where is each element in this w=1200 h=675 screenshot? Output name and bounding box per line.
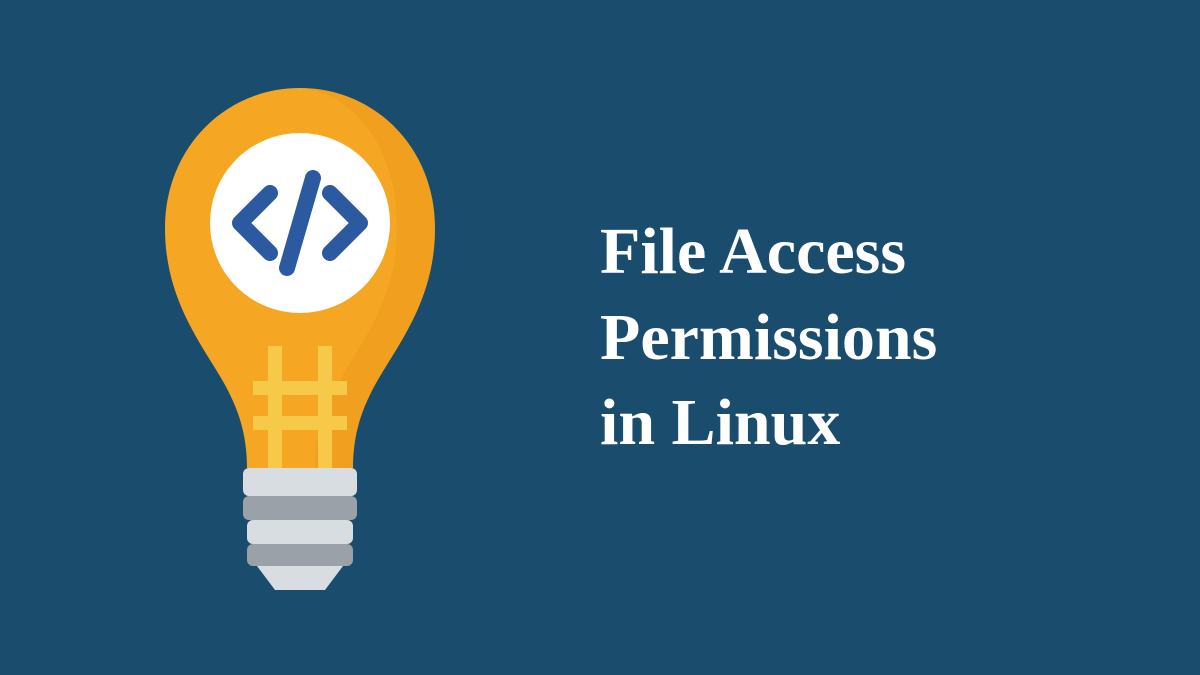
lightbulb-code-icon	[135, 78, 465, 598]
title-line-3: in Linux	[600, 386, 840, 459]
title-container: File Access Permissions in Linux	[600, 209, 1200, 466]
title-line-1: File Access	[600, 215, 906, 288]
icon-container	[0, 0, 600, 675]
page-title: File Access Permissions in Linux	[600, 209, 1140, 466]
title-line-2: Permissions	[600, 301, 937, 374]
hero-banner: File Access Permissions in Linux	[0, 0, 1200, 675]
